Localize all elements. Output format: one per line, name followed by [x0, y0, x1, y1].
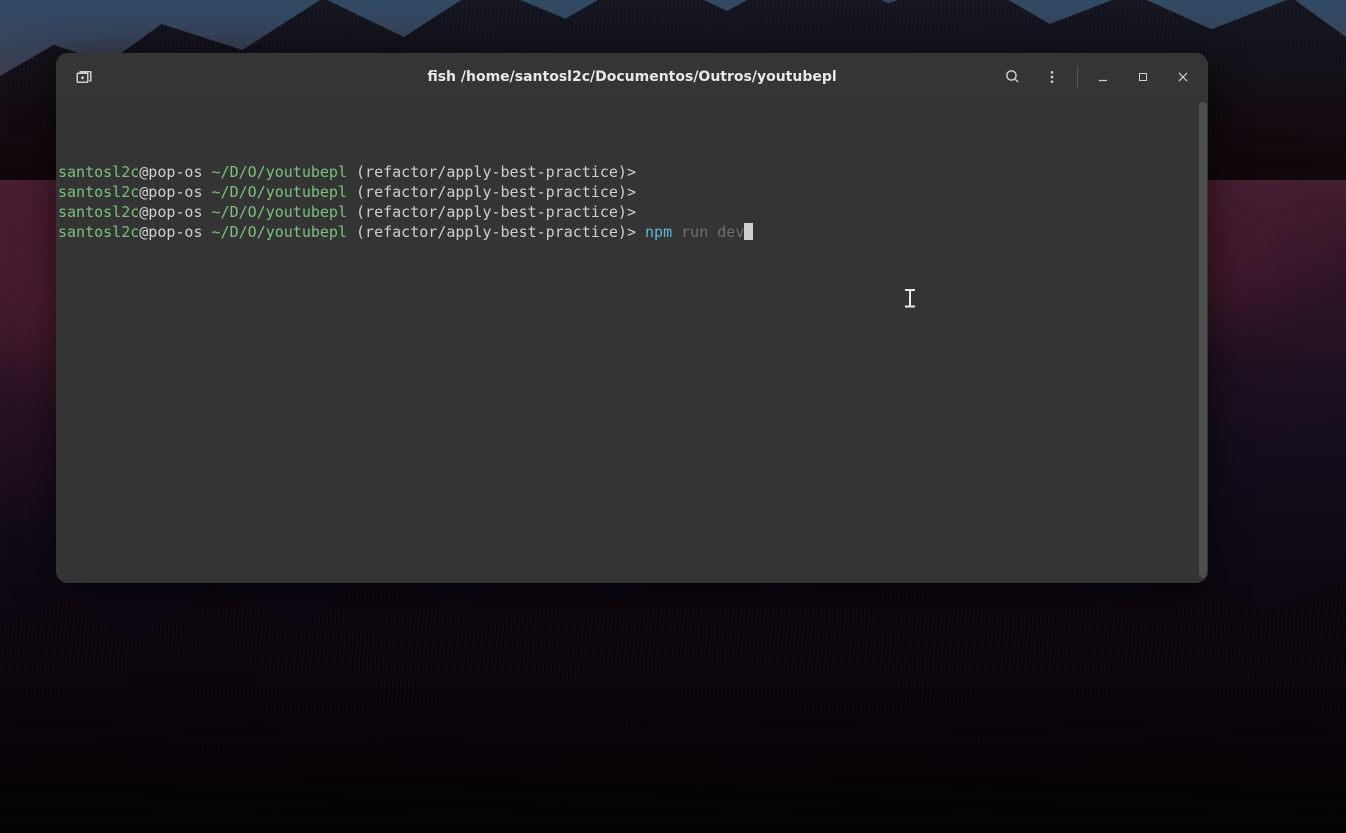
prompt-branch: (refactor/apply-best-practice)> — [347, 183, 645, 201]
close-button[interactable] — [1166, 60, 1200, 94]
maximize-icon — [1137, 71, 1149, 83]
prompt-host: @pop-os — [139, 223, 211, 241]
titlebar-separator — [1077, 66, 1078, 88]
prompt-path: ~/D/O/youtubepl — [212, 163, 347, 181]
titlebar[interactable]: fish /home/santosl2c/Documentos/Outros/y… — [56, 53, 1208, 100]
minimize-button[interactable] — [1086, 60, 1120, 94]
prompt-path: ~/D/O/youtubepl — [212, 183, 347, 201]
prompt-autosuggestion: run dev — [672, 223, 744, 241]
new-tab-button[interactable] — [67, 60, 101, 94]
prompt-branch: (refactor/apply-best-practice)> — [347, 223, 645, 241]
prompt-path: ~/D/O/youtubepl — [212, 203, 347, 221]
text-cursor-ibeam — [905, 289, 915, 307]
prompt-user: santosl2c — [58, 163, 139, 181]
block-cursor — [744, 223, 753, 240]
terminal-body[interactable]: santosl2c@pop-os ~/D/O/youtubepl (refact… — [56, 100, 1208, 583]
new-tab-icon — [75, 68, 93, 86]
prompt-line: santosl2c@pop-os ~/D/O/youtubepl (refact… — [56, 162, 1198, 182]
prompt-command: npm — [645, 223, 672, 241]
search-icon — [1004, 68, 1021, 85]
prompt-user: santosl2c — [58, 183, 139, 201]
prompt-line: santosl2c@pop-os ~/D/O/youtubepl (refact… — [56, 222, 1198, 242]
prompt-branch: (refactor/apply-best-practice)> — [347, 203, 645, 221]
prompt-line: santosl2c@pop-os ~/D/O/youtubepl (refact… — [56, 202, 1198, 222]
menu-icon — [1044, 69, 1060, 85]
maximize-button[interactable] — [1126, 60, 1160, 94]
search-button[interactable] — [995, 60, 1029, 94]
menu-button[interactable] — [1035, 60, 1069, 94]
minimize-icon — [1096, 70, 1110, 84]
prompt-host: @pop-os — [139, 163, 211, 181]
prompt-host: @pop-os — [139, 183, 211, 201]
prompt-user: santosl2c — [58, 203, 139, 221]
scrollbar-thumb[interactable] — [1199, 102, 1207, 578]
prompt-user: santosl2c — [58, 223, 139, 241]
terminal-window: fish /home/santosl2c/Documentos/Outros/y… — [56, 53, 1208, 583]
prompt-line: santosl2c@pop-os ~/D/O/youtubepl (refact… — [56, 182, 1198, 202]
close-icon — [1176, 70, 1190, 84]
prompt-host: @pop-os — [139, 203, 211, 221]
prompt-path: ~/D/O/youtubepl — [212, 223, 347, 241]
terminal-content[interactable]: santosl2c@pop-os ~/D/O/youtubepl (refact… — [56, 100, 1198, 583]
prompt-branch: (refactor/apply-best-practice)> — [347, 163, 645, 181]
scrollbar-track[interactable] — [1198, 100, 1208, 583]
